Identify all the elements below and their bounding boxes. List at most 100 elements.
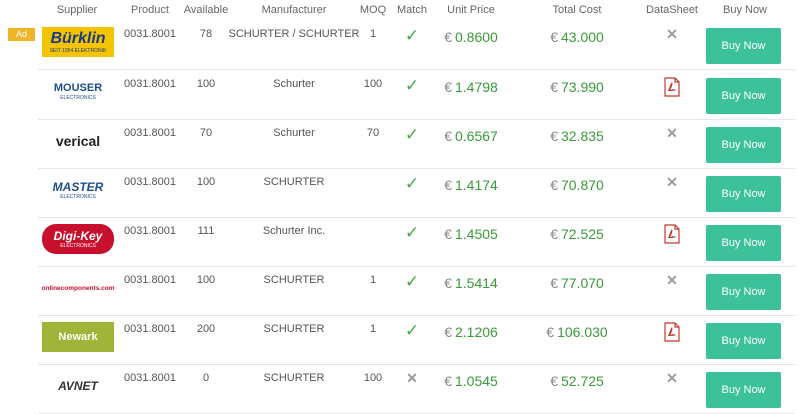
currency-symbol: € — [550, 177, 558, 193]
moq-value: 1 — [369, 28, 377, 40]
currency-symbol: € — [546, 324, 555, 340]
datasheet-unavailable-icon: ✕ — [666, 26, 678, 42]
product-number: 0031.8001 — [124, 176, 176, 188]
moq-value: 1 — [369, 323, 377, 335]
moq-value: 1 — [369, 274, 377, 286]
check-icon: ✓ — [404, 125, 420, 144]
buy-now-button[interactable]: Buy Now — [706, 127, 781, 163]
buy-now-button[interactable]: Buy Now — [706, 225, 781, 261]
check-icon: ✓ — [404, 174, 420, 193]
table-row: MASTER ELECTRONICS 0031.8001 100 SCHURTER… — [38, 168, 795, 218]
unit-price: €2.1206 — [444, 324, 498, 340]
check-icon: ✓ — [404, 321, 420, 340]
total-cost: €73.990 — [550, 79, 604, 95]
total-cost-value: 43.000 — [560, 29, 604, 45]
buy-now-button[interactable]: Buy Now — [706, 28, 781, 64]
header-moq: MOQ — [359, 4, 387, 16]
supplier-tagline: SEIT 1954 ELEKTRONIK — [49, 47, 107, 54]
ad-badge: Ad — [8, 28, 35, 41]
available-qty: 0 — [202, 372, 210, 384]
pdf-icon[interactable] — [664, 322, 680, 345]
available-qty: 100 — [196, 274, 216, 286]
unit-price-value: 1.0545 — [454, 373, 498, 389]
unit-price: €0.6567 — [444, 128, 498, 144]
pdf-icon[interactable] — [664, 224, 680, 247]
currency-symbol: € — [550, 373, 558, 389]
table-row: onlinecomponents.com 0031.8001 100 SCHUR… — [38, 266, 795, 316]
header-supplier: Supplier — [56, 4, 98, 16]
available-qty: 200 — [196, 323, 216, 335]
datasheet-unavailable-icon: ✕ — [666, 370, 678, 386]
currency-symbol: € — [444, 177, 452, 193]
supplier-name: MASTER — [52, 179, 104, 194]
check-icon: ✓ — [404, 76, 420, 95]
buy-now-button[interactable]: Buy Now — [706, 274, 781, 310]
currency-symbol: € — [444, 324, 452, 340]
available-qty: 100 — [196, 78, 216, 90]
available-qty: 111 — [197, 225, 215, 237]
supplier-tagline: ELECTRONICS — [60, 242, 96, 249]
currency-symbol: € — [550, 79, 558, 95]
buy-now-button[interactable]: Buy Now — [706, 176, 781, 212]
supplier-name: Bürklin — [50, 29, 106, 47]
supplier-logo[interactable]: MASTER ELECTRONICS — [42, 175, 114, 205]
table-row: Digi-Key ELECTRONICS 0031.8001 111 Schurt… — [38, 217, 795, 267]
total-cost-value: 77.070 — [560, 275, 604, 291]
buy-now-button[interactable]: Buy Now — [706, 323, 781, 359]
unit-price-value: 1.4174 — [454, 177, 498, 193]
datasheet-unavailable-icon: ✕ — [666, 272, 678, 288]
supplier-logo[interactable]: Bürklin SEIT 1954 ELEKTRONIK — [42, 27, 114, 57]
unit-price: €1.4798 — [444, 79, 498, 95]
header-unit-price: Unit Price — [447, 4, 495, 16]
supplier-tagline: ELECTRONICS — [60, 95, 96, 101]
currency-symbol: € — [550, 275, 558, 291]
moq-value: 100 — [363, 372, 383, 384]
datasheet-unavailable-icon: ✕ — [666, 125, 678, 141]
supplier-logo[interactable]: onlinecomponents.com — [42, 273, 114, 303]
unit-price: €1.0545 — [444, 373, 498, 389]
buy-now-button[interactable]: Buy Now — [706, 78, 781, 114]
header-available: Available — [183, 4, 229, 16]
supplier-name: Digi-Key — [53, 228, 103, 243]
unit-price: €1.5414 — [444, 275, 498, 291]
supplier-logo[interactable]: AVNET — [42, 371, 114, 401]
currency-symbol: € — [444, 275, 452, 291]
check-icon: ✓ — [404, 223, 420, 242]
total-cost: €77.070 — [550, 275, 604, 291]
total-cost-value: 70.870 — [560, 177, 604, 193]
unit-price: €1.4505 — [444, 226, 498, 242]
unit-price: €1.4174 — [444, 177, 498, 193]
supplier-logo[interactable]: Digi-Key ELECTRONICS — [42, 224, 114, 254]
product-number: 0031.8001 — [124, 28, 176, 40]
supplier-name: onlinecomponents.com — [41, 284, 115, 292]
supplier-name: verical — [55, 133, 101, 149]
supplier-logo[interactable]: verical — [42, 126, 114, 156]
manufacturer-name: SCHURTER — [263, 176, 325, 188]
supplier-name: MOUSER — [53, 82, 103, 94]
total-cost-value: 32.835 — [560, 128, 604, 144]
currency-symbol: € — [550, 128, 558, 144]
product-number: 0031.8001 — [124, 323, 176, 335]
header-total-cost: Total Cost — [552, 4, 602, 16]
cross-icon: ✕ — [406, 370, 418, 386]
unit-price-value: 1.4798 — [454, 79, 498, 95]
buy-now-button[interactable]: Buy Now — [706, 372, 781, 408]
supplier-tagline: ELECTRONICS — [60, 193, 96, 200]
supplier-logo[interactable]: MOUSER ELECTRONICS — [42, 77, 114, 107]
total-cost: €43.000 — [550, 29, 604, 45]
total-cost: €52.725 — [550, 373, 604, 389]
total-cost: €72.525 — [550, 226, 604, 242]
total-cost-value: 72.525 — [560, 226, 604, 242]
datasheet-unavailable-icon: ✕ — [666, 174, 678, 190]
table-row: MOUSER ELECTRONICS 0031.8001 100 Schurter… — [38, 70, 795, 120]
pdf-icon[interactable] — [664, 77, 680, 100]
supplier-logo[interactable]: Newark — [42, 322, 114, 352]
total-cost: €70.870 — [550, 177, 604, 193]
unit-price-value: 0.6567 — [454, 128, 498, 144]
header-datasheet: DataSheet — [646, 4, 698, 16]
product-number: 0031.8001 — [124, 372, 176, 384]
manufacturer-name: Schurter — [273, 78, 315, 90]
available-qty: 100 — [196, 176, 216, 188]
header-manufacturer: Manufacturer — [261, 4, 327, 16]
manufacturer-name: Schurter Inc. — [262, 225, 326, 237]
